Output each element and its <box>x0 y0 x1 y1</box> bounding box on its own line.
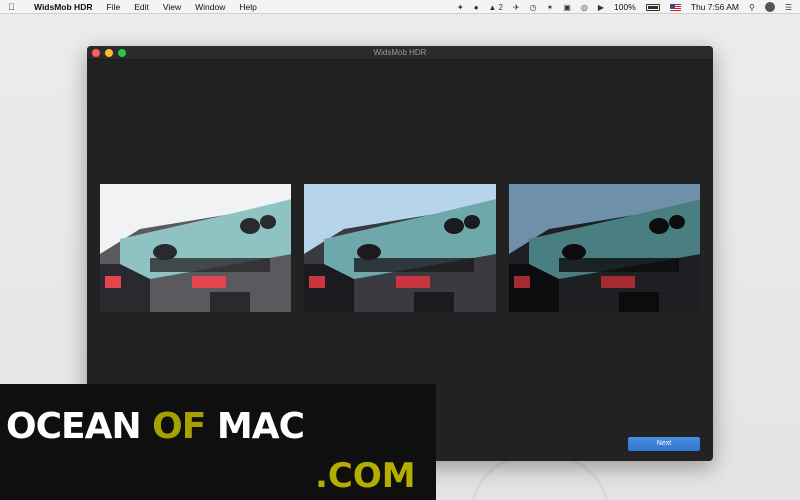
window-title: WidsMob HDR <box>373 48 427 57</box>
next-button[interactable]: Next <box>628 437 700 451</box>
airplane-icon[interactable]: ✈ <box>513 3 520 12</box>
window-titlebar[interactable]: WidsMob HDR <box>87 46 713 60</box>
menu-app-name[interactable]: WidsMob HDR <box>34 2 92 12</box>
menu-clock[interactable]: Thu 7:56 AM <box>691 2 739 12</box>
time-machine-icon[interactable]: ◷ <box>530 3 537 12</box>
extension-icon[interactable]: ✦ <box>457 3 464 12</box>
photo-underexposed[interactable] <box>508 184 700 312</box>
photo-overexposed[interactable] <box>100 184 292 312</box>
user-avatar[interactable] <box>764 2 775 12</box>
background-cable <box>470 455 610 500</box>
menu-file[interactable]: File <box>106 2 120 12</box>
menu-view[interactable]: View <box>163 2 181 12</box>
watermark-mac: MAC <box>205 406 305 447</box>
photo-normal[interactable] <box>304 184 496 312</box>
flag-icon[interactable] <box>669 3 681 11</box>
skype-icon[interactable]: ● <box>474 3 479 12</box>
battery-percent[interactable]: 100% <box>614 2 636 12</box>
menu-edit[interactable]: Edit <box>134 2 149 12</box>
bluetooth-icon[interactable]: ✶ <box>547 3 554 12</box>
watermark-banner: OCEAN OF MAC .COM <box>0 384 436 500</box>
search-icon[interactable]: ⚲ <box>749 3 755 12</box>
wifi-icon[interactable]: ◎ <box>581 3 588 12</box>
close-button[interactable] <box>92 49 100 57</box>
window-controls <box>92 49 126 57</box>
watermark-ocean: OCEAN <box>6 406 153 447</box>
volume-icon[interactable]: ▶ <box>598 3 604 12</box>
menu-help[interactable]: Help <box>239 2 256 12</box>
apple-icon[interactable]:  <box>8 2 20 12</box>
photo-row <box>100 184 700 312</box>
minimize-button[interactable] <box>105 49 113 57</box>
menu-bar:  WidsMob HDR File Edit View Window Help… <box>0 0 800 14</box>
list-icon[interactable]: ☰ <box>785 3 792 12</box>
adobe-icon[interactable]: ▲ 2 <box>489 3 503 12</box>
menu-window[interactable]: Window <box>195 2 225 12</box>
display-icon[interactable]: ▣ <box>563 3 571 12</box>
zoom-button[interactable] <box>118 49 126 57</box>
watermark-dotcom: .COM <box>315 456 416 496</box>
adobe-badge-count: 2 <box>498 2 503 12</box>
watermark-text: OCEAN OF MAC <box>6 406 305 447</box>
watermark-of: OF <box>152 406 206 447</box>
battery-icon[interactable] <box>645 3 660 11</box>
status-area: ✦ ● ▲ 2 ✈ ◷ ✶ ▣ ◎ ▶ 100% Thu 7:56 AM ⚲ ☰ <box>457 0 792 14</box>
